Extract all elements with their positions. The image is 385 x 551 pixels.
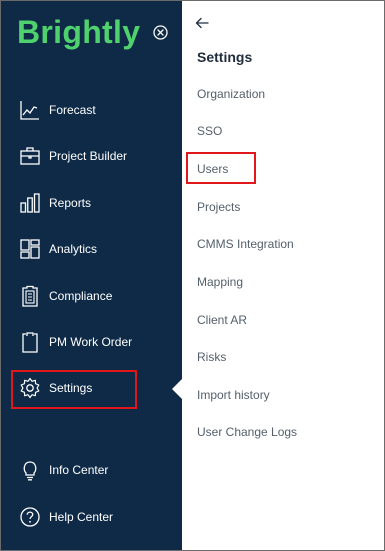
settings-item-projects[interactable]: Projects: [197, 200, 240, 214]
settings-item-mapping[interactable]: Mapping: [197, 275, 243, 289]
app-window: Brightly Forecast Project Builder Report…: [0, 0, 385, 551]
sidebar-item-forecast[interactable]: Forecast: [19, 95, 169, 125]
arrow-left-icon[interactable]: [194, 15, 210, 31]
briefcase-icon: [20, 147, 40, 165]
close-circle-icon[interactable]: [152, 24, 169, 41]
question-circle-icon: [20, 507, 40, 527]
sidebar-item-label: PM Work Order: [49, 335, 133, 349]
document-icon: [22, 285, 38, 307]
sidebar-item-project-builder[interactable]: Project Builder: [19, 141, 169, 171]
settings-item-sso[interactable]: SSO: [197, 124, 222, 138]
settings-item-import-history[interactable]: Import history: [197, 388, 270, 402]
sidebar-item-reports[interactable]: Reports: [19, 188, 169, 218]
sidebar-item-settings[interactable]: Settings: [19, 373, 169, 403]
settings-item-client-ar[interactable]: Client AR: [197, 313, 247, 327]
settings-item-risks[interactable]: Risks: [197, 350, 226, 364]
sidebar: Brightly Forecast Project Builder Report…: [1, 1, 182, 550]
settings-item-cmms-integration[interactable]: CMMS Integration: [197, 237, 294, 251]
sidebar-item-label: Help Center: [49, 510, 114, 524]
panel-title: Settings: [197, 49, 253, 65]
sidebar-item-compliance[interactable]: Compliance: [19, 281, 169, 311]
settings-item-users[interactable]: Users: [197, 162, 228, 176]
sidebar-item-label: Project Builder: [49, 149, 128, 163]
bar-chart-icon: [20, 193, 40, 213]
settings-item-organization[interactable]: Organization: [197, 87, 265, 101]
brand-logo: Brightly: [17, 11, 140, 53]
sidebar-item-label: Compliance: [49, 289, 113, 303]
dashboard-grid-icon: [20, 239, 40, 259]
sidebar-item-label: Analytics: [49, 242, 98, 256]
sidebar-item-label: Reports: [49, 196, 92, 210]
brand-wordmark: Brightly: [17, 14, 141, 50]
chart-line-icon: [20, 101, 39, 120]
settings-panel: Settings Organization SSO Users Projects…: [182, 1, 384, 550]
sidebar-item-label: Forecast: [49, 103, 96, 117]
sidebar-item-info-center[interactable]: Info Center: [19, 455, 169, 485]
sidebar-item-analytics[interactable]: Analytics: [19, 234, 169, 264]
sidebar-item-label: Settings: [49, 381, 93, 395]
lightbulb-icon: [23, 461, 37, 481]
sidebar-item-pm-work-order[interactable]: PM Work Order: [19, 327, 169, 357]
clipboard-icon: [22, 332, 38, 353]
settings-item-user-change-logs[interactable]: User Change Logs: [197, 425, 297, 439]
active-pointer-caret: [172, 379, 182, 399]
sidebar-item-label: Info Center: [49, 463, 109, 477]
sidebar-item-help-center[interactable]: Help Center: [19, 502, 169, 532]
gear-icon: [20, 377, 40, 399]
